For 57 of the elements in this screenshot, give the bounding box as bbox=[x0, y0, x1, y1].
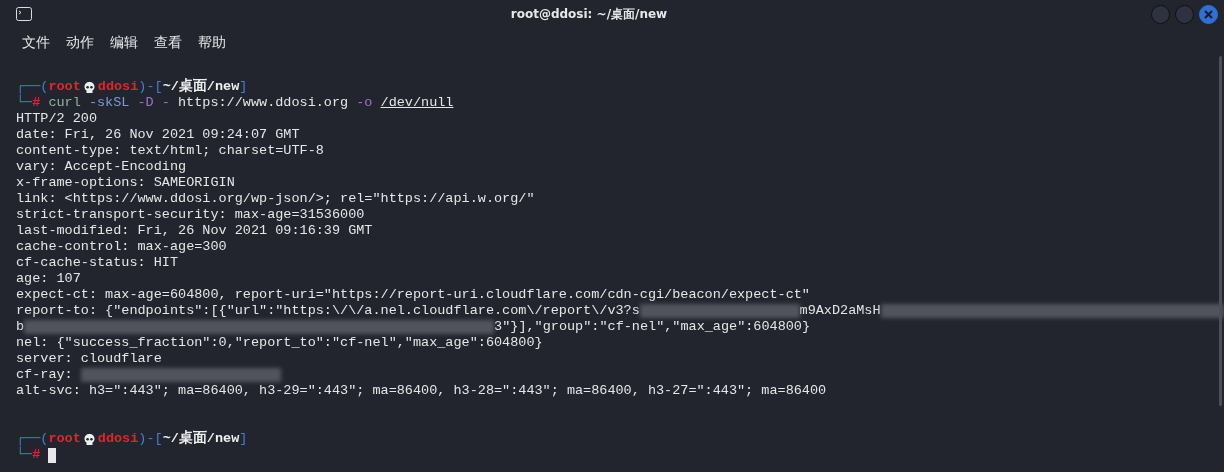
output-text: expect-ct: max-age=604800, report-uri="https://report-uri.cloudflare.com/cdn-cgi/beacon/expect-ct" bbox=[16, 287, 810, 303]
output-text: HTTP/2 200 bbox=[16, 111, 97, 127]
command-token: -D bbox=[137, 95, 154, 111]
output-text: cache-control: max-age=300 bbox=[16, 239, 227, 255]
output-text: strict-transport-security: max-age=31536000 bbox=[16, 207, 365, 223]
command-token: https://www.ddosi.org bbox=[178, 95, 349, 111]
prompt-symbol: # bbox=[32, 95, 41, 111]
command-token: - bbox=[161, 95, 170, 111]
output-text: m9AxD2aMsH bbox=[799, 303, 881, 319]
menu-item[interactable]: 编辑 bbox=[102, 31, 146, 53]
terminal-icon bbox=[16, 7, 32, 21]
menu-item[interactable]: 查看 bbox=[146, 31, 190, 53]
maximize-button[interactable] bbox=[1175, 4, 1194, 24]
close-icon bbox=[1204, 9, 1213, 19]
output-text: link: <https://www.ddosi.org/wp-json/>; rel="https://api.w.org/" bbox=[16, 191, 535, 207]
command-token: curl bbox=[48, 95, 81, 111]
window-title: root@ddosi: ~/桌面/new bbox=[509, 6, 669, 23]
output-text: cf-cache-status: HIT bbox=[16, 255, 179, 271]
menu-item[interactable]: 帮助 bbox=[190, 31, 234, 53]
output-text: alt-svc: h3=":443"; ma=86400, h3-29=":443"; ma=86400, h3-28=":443"; ma=86400, h3-27=":443"; ma=86400 bbox=[16, 383, 827, 399]
output-text: report-to: {"endpoints":[{"url":"https:\/\/a.nel.cloudflare.com\/report\/v3?s bbox=[16, 303, 640, 319]
menu-item[interactable]: 文件 bbox=[14, 31, 58, 53]
prompt-symbol: # bbox=[32, 447, 41, 463]
output-text: content-type: text/html; charset=UTF-8 bbox=[16, 143, 324, 159]
output-text: last-modified: Fri, 26 Nov 2021 09:16:39 GMT bbox=[16, 223, 373, 239]
skull-icon bbox=[82, 80, 96, 94]
box-line: ┌──( bbox=[16, 79, 49, 95]
output-text: vary: Accept-Encoding bbox=[16, 159, 187, 175]
prompt-path: ~/桌面/new bbox=[162, 79, 240, 95]
box-line: ┌──( bbox=[16, 431, 49, 447]
box-line: ] bbox=[239, 431, 248, 447]
prompt-host: ddosi bbox=[97, 431, 139, 447]
command-token: /dev/null bbox=[380, 95, 454, 111]
output-text: cf-ray: bbox=[16, 367, 73, 383]
prompt-host: ddosi bbox=[97, 79, 139, 95]
box-line: └─ bbox=[16, 95, 33, 111]
prompt-user: root bbox=[48, 431, 81, 447]
command-token: -o bbox=[356, 95, 373, 111]
close-button[interactable] bbox=[1199, 4, 1218, 24]
box-line: )-[ bbox=[138, 431, 163, 447]
box-line: )-[ bbox=[138, 79, 163, 95]
prompt-path: ~/桌面/new bbox=[162, 431, 240, 447]
output-text: 3"}],"group":"cf-nel","max_age":604800} bbox=[494, 319, 811, 335]
output-text: x-frame-options: SAMEORIGIN bbox=[16, 175, 235, 191]
prompt-user: root bbox=[48, 79, 81, 95]
scrollbar[interactable] bbox=[1219, 56, 1222, 406]
output-text: nel: {"success_fraction":0,"report_to":"cf-nel","max_age":604800} bbox=[16, 335, 543, 351]
skull-icon bbox=[82, 432, 96, 446]
box-line: └─ bbox=[16, 447, 33, 463]
output-text: server: cloudflare bbox=[16, 351, 162, 367]
box-line: ] bbox=[239, 79, 248, 95]
minimize-button[interactable] bbox=[1151, 4, 1170, 24]
output-text: b bbox=[16, 319, 25, 335]
command-token: -skSL bbox=[88, 95, 130, 111]
output-text: age: 107 bbox=[16, 271, 81, 287]
menu-item[interactable]: 动作 bbox=[58, 31, 102, 53]
output-text: date: Fri, 26 Nov 2021 09:24:07 GMT bbox=[16, 127, 300, 143]
